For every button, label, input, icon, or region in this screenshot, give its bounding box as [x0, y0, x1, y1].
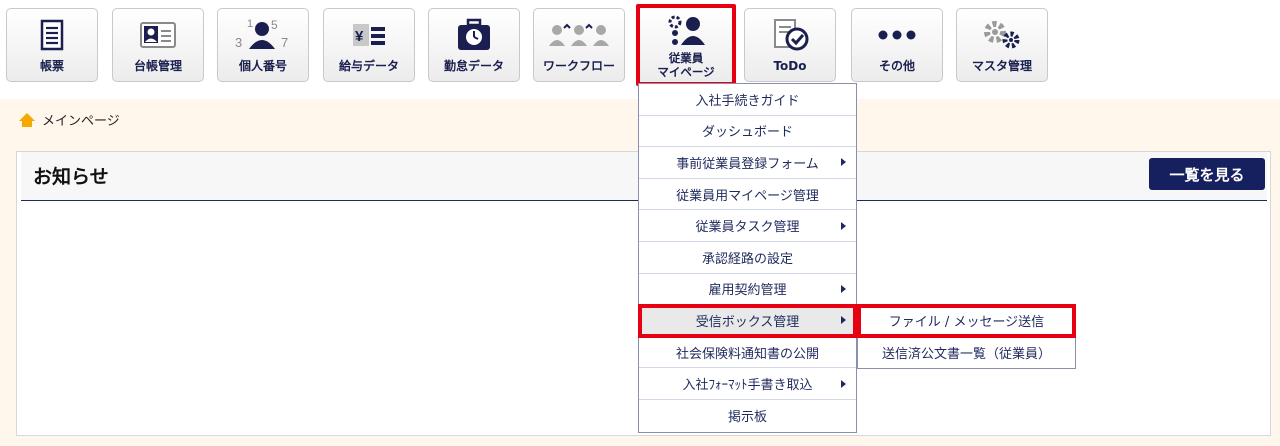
- menu-item-approval-route[interactable]: 承認経路の設定: [639, 242, 856, 274]
- inbox-submenu: ファイル / メッセージ送信 送信済公文書一覧（従業員）: [857, 304, 1076, 370]
- employee-mypage-dropdown: 入社手続きガイド ダッシュボード 事前従業員登録フォーム 従業員用マイページ管理…: [638, 83, 857, 433]
- chevron-right-icon: [841, 284, 846, 293]
- toolbar-label: 台帳管理: [133, 59, 182, 73]
- gears-icon: [984, 21, 1020, 49]
- toolbar-button-personal-number[interactable]: 1537 個人番号: [217, 8, 309, 82]
- toolbar-label: 給与データ: [338, 59, 399, 73]
- toolbar-button-attendance-data[interactable]: 勤怠データ: [428, 8, 520, 82]
- chevron-right-icon: [841, 316, 846, 325]
- document-list-icon: [40, 19, 64, 51]
- menu-item-label: 従業員タスク管理: [695, 220, 800, 236]
- menu-item-onboarding-guide[interactable]: 入社手続きガイド: [639, 84, 856, 116]
- yen-salary-icon: ¥: [353, 24, 385, 46]
- toolbar-label: その他: [878, 59, 915, 73]
- menu-item-label: 雇用契約管理: [708, 283, 787, 299]
- menu-item-label: 事前従業員登録フォーム: [676, 156, 819, 172]
- toolbar-button-salary-data[interactable]: ¥ 給与データ: [323, 8, 415, 82]
- menu-item-pre-registration-form[interactable]: 事前従業員登録フォーム: [639, 147, 856, 179]
- employee-gear-icon: [668, 15, 705, 45]
- toolbar-label: 帳票: [39, 59, 64, 73]
- menu-item-mypage-management[interactable]: 従業員用マイページ管理: [639, 179, 856, 211]
- toolbar-button-reports[interactable]: 帳票: [6, 8, 98, 82]
- svg-text:¥: ¥: [355, 28, 364, 45]
- id-card-icon: [140, 22, 176, 48]
- menu-item-dashboard[interactable]: ダッシュボード: [639, 116, 856, 148]
- svg-text:1: 1: [247, 18, 253, 30]
- toolbar-label: 個人番号: [238, 59, 287, 73]
- person-number-icon: 1 53 7: [235, 18, 288, 50]
- view-all-button[interactable]: 一覧を見る: [1149, 158, 1265, 190]
- menu-item-bulletin-board[interactable]: 掲示板: [639, 400, 856, 432]
- svg-text:5: 5: [271, 18, 278, 32]
- chevron-right-icon: [841, 221, 846, 230]
- toolbar-button-todo[interactable]: ToDo: [744, 8, 836, 82]
- home-icon: [19, 112, 35, 127]
- todo-check-icon: [774, 19, 809, 51]
- people-flow-icon: [549, 23, 609, 46]
- submenu-item-send-file-message[interactable]: ファイル / メッセージ送信: [857, 304, 1076, 338]
- menu-item-social-insurance-notice[interactable]: 社会保険料通知書の公開: [639, 337, 856, 369]
- toolbar-label: ワークフロー: [542, 59, 615, 73]
- toolbar-button-employee-mypage[interactable]: 従業員 マイページ: [636, 4, 736, 86]
- toolbar-button-master[interactable]: マスタ管理: [956, 8, 1048, 82]
- chevron-right-icon: [841, 158, 846, 167]
- toolbar-label: ToDo: [773, 59, 807, 73]
- menu-item-employment-contract[interactable]: 雇用契約管理: [639, 274, 856, 306]
- svg-text:7: 7: [281, 35, 288, 50]
- breadcrumb-label: メインページ: [42, 114, 120, 129]
- toolbar-label: マスタ管理: [971, 59, 1032, 73]
- menu-item-handwritten-import[interactable]: 入社ﾌｫｰﾏｯﾄ手書き取込: [639, 368, 856, 400]
- menu-item-label: 受信ボックス管理: [695, 314, 800, 330]
- menu-item-inbox-management[interactable]: 受信ボックス管理: [638, 304, 857, 338]
- toolbar-label-line1: 従業員: [668, 51, 704, 65]
- svg-text:3: 3: [235, 35, 242, 50]
- breadcrumb[interactable]: メインページ: [18, 110, 120, 129]
- chevron-right-icon: [841, 379, 846, 388]
- menu-item-label: 入社ﾌｫｰﾏｯﾄ手書き取込: [682, 378, 813, 394]
- clock-bag-icon: [458, 18, 490, 50]
- menu-item-task-management[interactable]: 従業員タスク管理: [639, 210, 856, 242]
- more-dots-icon: [878, 30, 916, 40]
- toolbar-label: 勤怠データ: [443, 59, 504, 73]
- toolbar-button-workflow[interactable]: ワークフロー: [533, 8, 625, 82]
- toolbar-button-ledger[interactable]: 台帳管理: [112, 8, 204, 82]
- toolbar-label: 従業員 マイページ: [640, 51, 732, 79]
- toolbar-button-other[interactable]: その他: [851, 8, 943, 82]
- toolbar-label-line2: マイページ: [657, 65, 715, 79]
- submenu-item-sent-documents[interactable]: 送信済公文書一覧（従業員）: [858, 337, 1075, 369]
- notice-title: お知らせ: [33, 166, 109, 188]
